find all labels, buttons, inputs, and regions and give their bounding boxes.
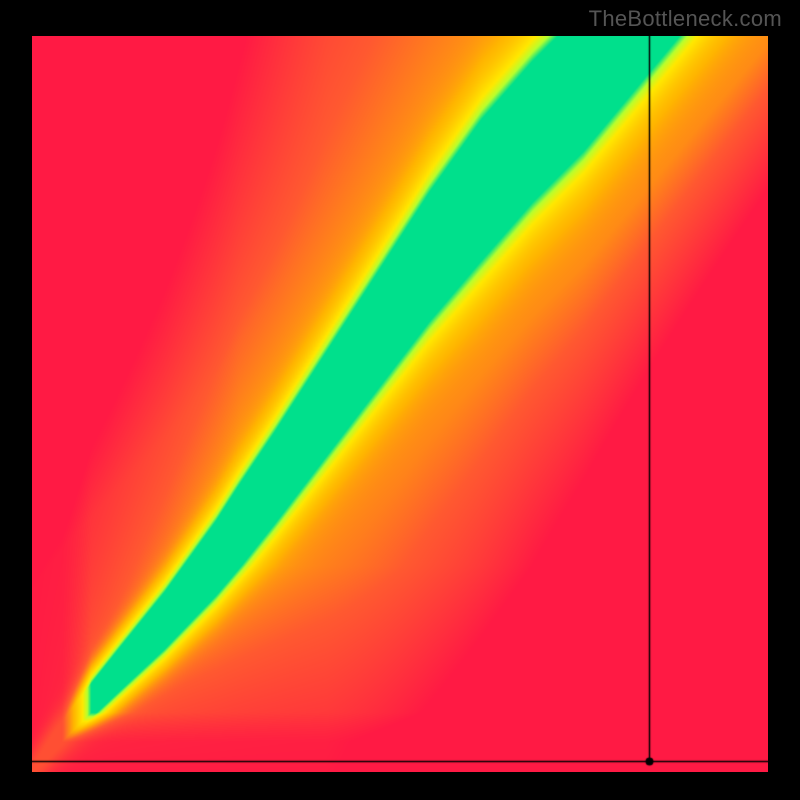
- bottleneck-heatmap: [32, 36, 768, 772]
- watermark-text: TheBottleneck.com: [589, 6, 782, 32]
- chart-container: TheBottleneck.com: [0, 0, 800, 800]
